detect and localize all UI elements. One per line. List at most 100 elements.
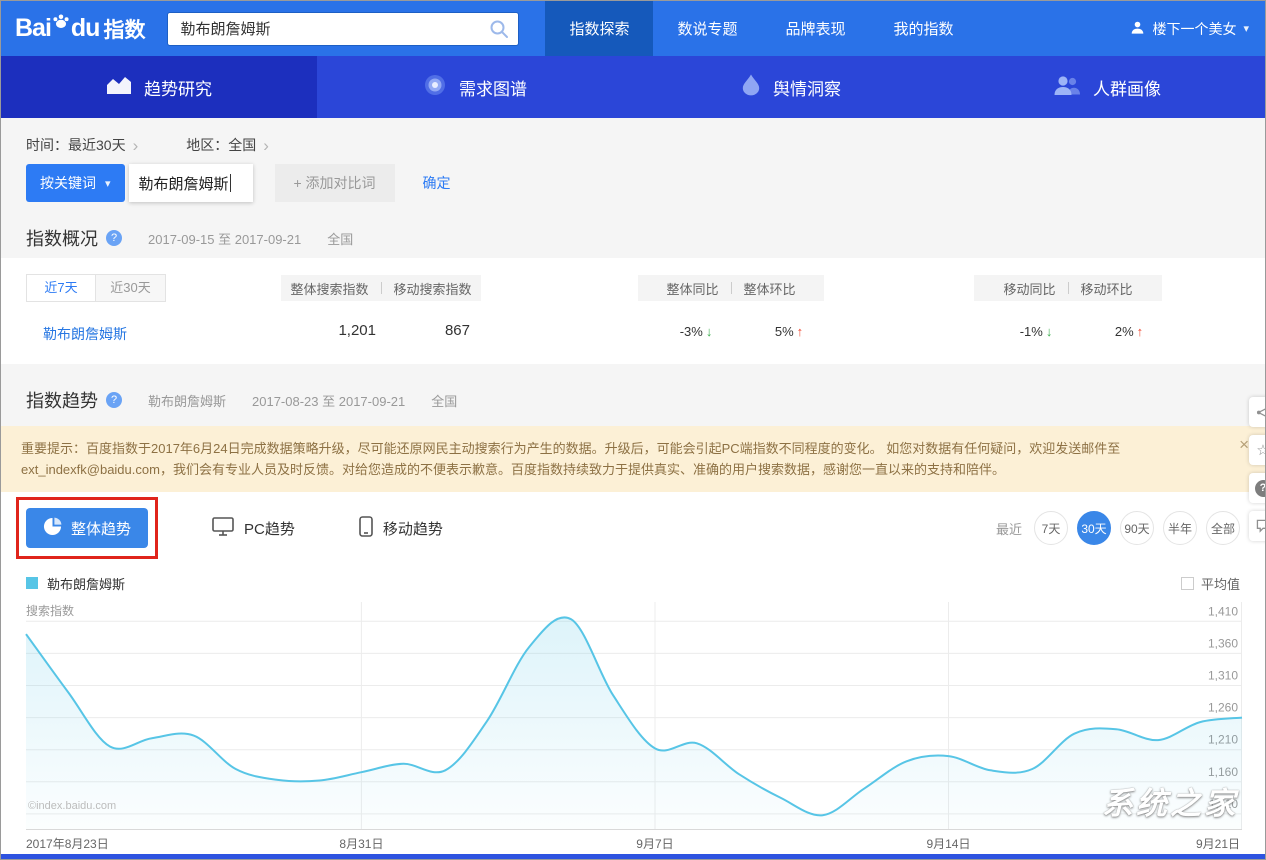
- phone-icon: [359, 516, 373, 541]
- svg-text:1,260: 1,260: [1208, 701, 1238, 715]
- col-header-mobile-change: 移动同比 移动环比: [974, 275, 1162, 301]
- search-icon[interactable]: [479, 12, 519, 46]
- overall-trend-wrap: 整体趋势: [26, 508, 148, 548]
- comment-icon[interactable]: [1249, 511, 1266, 541]
- tab-sentiment-insight[interactable]: 舆情洞察: [633, 56, 949, 118]
- trend-title: 指数趋势: [26, 387, 98, 413]
- range-all[interactable]: 全部: [1206, 511, 1240, 545]
- y-axis-title: 搜索指数: [26, 602, 74, 619]
- mobile-index-value: 867: [394, 322, 470, 339]
- overview-card: 近7天 近30天 整体搜索指数 移动搜索指数 整体同比 整体环比 移动同比 移动…: [1, 258, 1265, 364]
- range-90d[interactable]: 90天: [1120, 511, 1154, 545]
- mode-button-label: 按关键词: [40, 173, 96, 193]
- trend-date-range: 2017-08-23 至 2017-09-21: [252, 391, 405, 410]
- chevron-right-icon: ›: [263, 137, 269, 154]
- tab-last-7-days[interactable]: 近7天: [26, 274, 96, 302]
- tab-last-30-days[interactable]: 近30天: [96, 274, 166, 302]
- close-icon[interactable]: ×: [1239, 436, 1249, 453]
- divider: [381, 282, 382, 294]
- user-name: 楼下一个美女: [1152, 19, 1236, 39]
- overview-region: 全国: [327, 229, 353, 248]
- trend-keyword: 勒布朗詹姆斯: [148, 391, 226, 410]
- trend-chart: 搜索指数 1,1101,1601,2101,2601,3101,3601,410…: [26, 602, 1240, 854]
- region-filter-label: 地区：全国: [186, 135, 256, 155]
- col-label: 移动同比: [1003, 279, 1055, 298]
- pct-value: -3%: [680, 324, 703, 339]
- add-compare-label: + 添加对比词: [293, 173, 375, 193]
- line-chart-canvas[interactable]: 1,1101,1601,2101,2601,3101,3601,410: [26, 602, 1242, 830]
- filter-bar: 时间：最近30天 › 地区：全国 ›: [1, 118, 1265, 158]
- droplet-icon: [741, 73, 761, 101]
- view-label: PC趋势: [244, 518, 295, 539]
- trend-arrow-icon: ↑: [1137, 324, 1144, 339]
- tab-demand-graph[interactable]: 需求图谱: [317, 56, 633, 118]
- range-half-year[interactable]: 半年: [1163, 511, 1197, 545]
- x-axis-labels: 2017年8月23日8月31日9月7日9月14日9月21日: [26, 830, 1240, 850]
- svg-text:1,360: 1,360: [1208, 636, 1238, 650]
- help-icon[interactable]: ?: [106, 392, 122, 408]
- col-label: 整体搜索指数: [290, 279, 368, 298]
- user-icon: [1130, 20, 1145, 38]
- search-input[interactable]: [167, 12, 519, 46]
- x-tick-label: 9月14日: [926, 835, 970, 852]
- region-filter[interactable]: 地区：全国 ›: [186, 132, 269, 158]
- nav-label: 数说专题: [677, 18, 737, 39]
- trend-chart-icon: [106, 75, 132, 100]
- top-nav: 指数探索 数说专题 品牌表现 我的指数: [545, 1, 977, 56]
- overall-trend-button[interactable]: 整体趋势: [26, 508, 148, 548]
- nav-item-index-explore[interactable]: 指数探索: [545, 1, 653, 56]
- x-tick-label: 9月7日: [636, 835, 673, 852]
- pc-trend-button[interactable]: PC趋势: [212, 517, 295, 540]
- search-mode-button[interactable]: 按关键词 ▾: [26, 164, 125, 202]
- baidu-index-page: Bai du 指数 指数探索 数说专题 品牌表现 我的指数 楼下一个美女 ▾: [0, 0, 1266, 860]
- range-7d[interactable]: 7天: [1034, 511, 1068, 545]
- paw-icon: [52, 12, 70, 35]
- tab-label: 人群画像: [1093, 75, 1161, 100]
- nav-label: 品牌表现: [785, 18, 845, 39]
- help-icon[interactable]: ?: [106, 230, 122, 246]
- trend-region: 全国: [431, 391, 457, 410]
- col-label: 移动搜索指数: [394, 279, 472, 298]
- time-filter[interactable]: 时间：最近30天 ›: [26, 132, 138, 158]
- overall-yoy: -3%↓: [656, 324, 736, 339]
- trend-section-header: 指数趋势 ? 勒布朗詹姆斯 2017-08-23 至 2017-09-21 全国: [1, 380, 1265, 420]
- svg-text:1,410: 1,410: [1208, 604, 1238, 618]
- tab-label: 舆情洞察: [773, 75, 841, 100]
- time-filter-label: 时间：最近30天: [26, 135, 126, 155]
- monitor-icon: [212, 517, 234, 540]
- trend-card: 重要提示：百度指数于2017年6月24日完成数据策略升级，尽可能还原网民主动搜索…: [1, 426, 1265, 856]
- mobile-mom: 2%↑: [1089, 324, 1169, 339]
- user-menu[interactable]: 楼下一个美女 ▾: [1130, 19, 1249, 39]
- star-icon[interactable]: ☆: [1249, 435, 1266, 465]
- range-30d[interactable]: 30天: [1077, 511, 1111, 545]
- overview-section-header: 指数概况 ? 2017-09-15 至 2017-09-21 全国: [1, 218, 1265, 258]
- keyword-input[interactable]: 勒布朗詹姆斯: [129, 164, 253, 202]
- pct-value: -1%: [1020, 324, 1043, 339]
- tab-audience-profile[interactable]: 人群画像: [949, 56, 1265, 118]
- add-compare-word-button[interactable]: + 添加对比词: [275, 164, 395, 202]
- pct-value: 2%: [1115, 324, 1134, 339]
- search-box: [167, 12, 519, 46]
- checkbox-icon[interactable]: [1181, 577, 1194, 590]
- tab-label: 需求图谱: [459, 75, 527, 100]
- question-icon[interactable]: ?: [1249, 473, 1266, 503]
- bottom-next-section-bar: [1, 854, 1265, 859]
- nav-item-my-index[interactable]: 我的指数: [870, 1, 978, 56]
- notice-text: 重要提示：百度指数于2017年6月24日完成数据策略升级，尽可能还原网民主动搜索…: [21, 441, 1120, 477]
- concentric-circles-icon: [423, 73, 447, 102]
- average-toggle[interactable]: 平均值: [1181, 574, 1240, 593]
- mobile-trend-button[interactable]: 移动趋势: [359, 516, 443, 541]
- keyword-link[interactable]: 勒布朗詹姆斯: [43, 324, 127, 344]
- view-label: 整体趋势: [71, 518, 131, 539]
- trend-arrow-icon: ↑: [797, 324, 804, 339]
- nav-label: 我的指数: [894, 18, 954, 39]
- share-icon[interactable]: [1249, 397, 1266, 427]
- tab-trend-research[interactable]: 趋势研究: [1, 56, 317, 118]
- pie-chart-icon: [43, 517, 62, 540]
- baidu-index-logo[interactable]: Bai du 指数: [1, 14, 157, 44]
- nav-item-data-topics[interactable]: 数说专题: [653, 1, 761, 56]
- average-label: 平均值: [1201, 574, 1240, 593]
- overall-mom: 5%↑: [749, 324, 829, 339]
- nav-item-brand-performance[interactable]: 品牌表现: [761, 1, 869, 56]
- confirm-button[interactable]: 确定: [423, 173, 451, 193]
